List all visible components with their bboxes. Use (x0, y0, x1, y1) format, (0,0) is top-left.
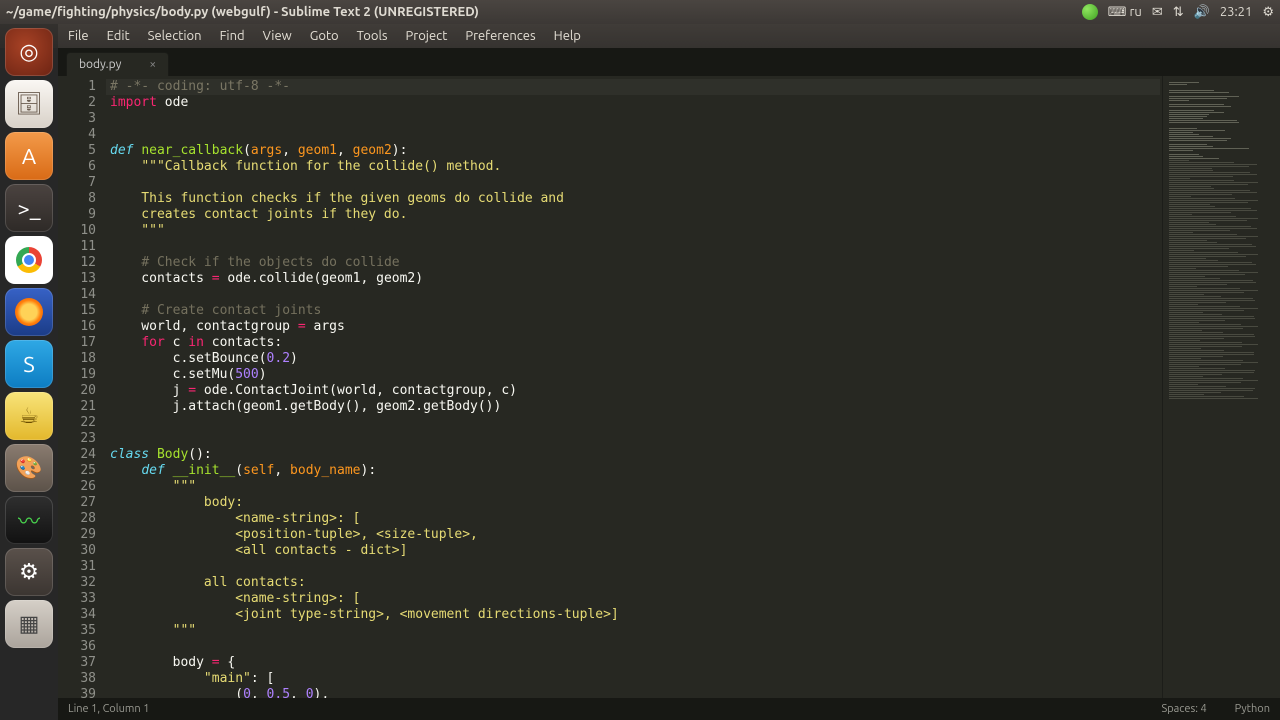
minimap[interactable] (1162, 76, 1280, 698)
menu-item-find[interactable]: Find (212, 26, 253, 46)
menu-item-goto[interactable]: Goto (302, 26, 347, 46)
menu-item-preferences[interactable]: Preferences (457, 26, 543, 46)
power-icon[interactable]: ⚙ (1262, 5, 1274, 20)
status-position[interactable]: Line 1, Column 1 (68, 703, 149, 715)
mail-icon[interactable]: ✉ (1152, 5, 1163, 20)
launcher-monitor[interactable]: 〰 (5, 496, 53, 544)
sync-ok-icon[interactable] (1082, 4, 1098, 20)
launcher-terminal[interactable]: >_ (5, 184, 53, 232)
app-menubar: FileEditSelectionFindViewGotoToolsProjec… (0, 24, 1280, 48)
launcher-skype[interactable]: S (5, 340, 53, 388)
line-number-gutter: 1234567891011121314151617181920212223242… (58, 76, 106, 698)
launcher-software[interactable]: A (5, 132, 53, 180)
tab-bar: body.py × (58, 48, 1280, 76)
launcher-settings[interactable]: ⚙ (5, 548, 53, 596)
menu-item-view[interactable]: View (255, 26, 300, 46)
status-syntax[interactable]: Python (1235, 703, 1270, 715)
menu-item-project[interactable]: Project (398, 26, 456, 46)
launcher-dash[interactable]: ◎ (5, 28, 53, 76)
menu-item-tools[interactable]: Tools (349, 26, 396, 46)
launcher-calc[interactable]: ▦ (5, 600, 53, 648)
status-indent[interactable]: Spaces: 4 (1161, 703, 1206, 715)
menu-item-file[interactable]: File (60, 26, 97, 46)
window-title: ~/game/fighting/physics/body.py (webgulf… (6, 5, 479, 19)
window-titlebar: ~/game/fighting/physics/body.py (webgulf… (0, 0, 1280, 24)
menu-item-edit[interactable]: Edit (99, 26, 138, 46)
launcher-files[interactable]: 🗄 (5, 80, 53, 128)
keyboard-layout[interactable]: ⌨ ru (1108, 5, 1142, 20)
tab-label: body.py (79, 58, 121, 71)
volume-icon[interactable]: 🔊 (1194, 5, 1210, 20)
code-content[interactable]: # -*- coding: utf-8 -*-import ode def ne… (106, 76, 1162, 698)
launcher-gimp[interactable]: 🎨 (5, 444, 53, 492)
menu-item-help[interactable]: Help (546, 26, 589, 46)
launcher-firefox[interactable] (5, 288, 53, 336)
clock[interactable]: 23:21 (1220, 5, 1253, 19)
tab-close-icon[interactable]: × (149, 58, 156, 71)
unity-launcher: ◎🗄A>_ S☕🎨〰⚙▦ (0, 24, 58, 720)
tab-body-py[interactable]: body.py × (66, 52, 169, 76)
network-icon[interactable]: ⇅ (1173, 5, 1184, 20)
menu-item-selection[interactable]: Selection (140, 26, 210, 46)
code-area[interactable]: 1234567891011121314151617181920212223242… (58, 76, 1280, 698)
launcher-lamp[interactable]: ☕ (5, 392, 53, 440)
status-bar: Line 1, Column 1 Spaces: 4 Python (58, 698, 1280, 720)
editor-window: body.py × 123456789101112131415161718192… (58, 48, 1280, 720)
launcher-chrome[interactable] (5, 236, 53, 284)
